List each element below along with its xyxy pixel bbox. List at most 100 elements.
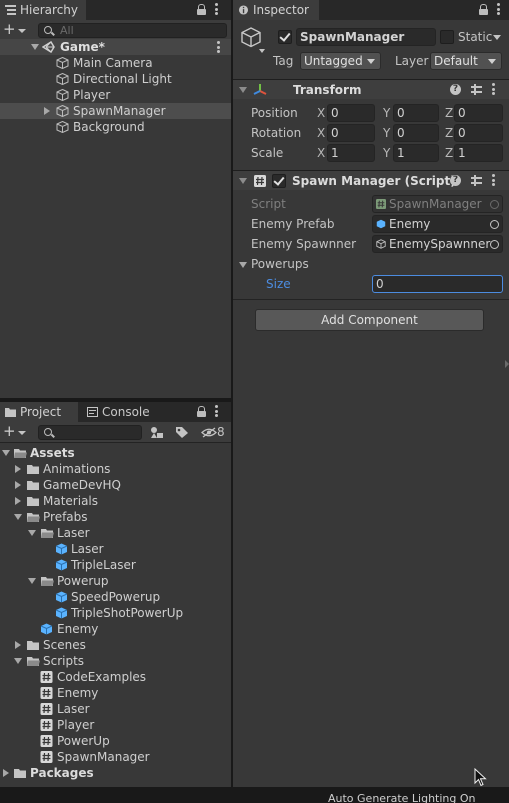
scene-row[interactable]: Game* [0,39,231,55]
gameobject-large-icon[interactable] [239,26,263,50]
tree-script[interactable]: CodeExamples [0,669,231,685]
tree-folder[interactable]: Prefabs [0,509,231,525]
create-asset-button[interactable]: + [2,424,28,440]
transform-header[interactable]: Transform ? [233,79,509,99]
fold-arrow-icon[interactable] [3,769,9,777]
active-checkbox[interactable] [278,30,292,44]
tab-project[interactable]: Project [0,402,78,422]
layer-dropdown[interactable]: Default [430,52,502,70]
static-chevron-down-icon[interactable] [493,35,501,40]
tree-script[interactable]: Enemy [0,685,231,701]
rotation-z-input[interactable]: 0 [454,124,503,142]
powerups-size-input[interactable]: 0 [372,275,503,293]
tree-prefab[interactable]: Laser [0,541,231,557]
fold-arrow-icon[interactable] [28,578,36,584]
fold-arrow-icon[interactable] [31,44,39,50]
tree-folder[interactable]: Materials [0,493,231,509]
presets-icon[interactable] [471,174,482,186]
scale-x-input[interactable]: 1 [327,144,375,162]
tree-folder[interactable]: Laser [0,525,231,541]
lock-icon[interactable] [197,405,206,417]
scale-y-input[interactable]: 1 [393,144,439,162]
fold-arrow-icon[interactable] [15,481,21,489]
presets-icon[interactable] [471,83,482,95]
object-picker-icon[interactable] [490,220,499,229]
console-icon [87,407,98,417]
tree-folder[interactable]: Powerup [0,573,231,589]
tree-script[interactable]: SpawnManager [0,749,231,765]
tree-prefab[interactable]: TripleShotPowerUp [0,605,231,621]
tree-folder[interactable]: Scenes [0,637,231,653]
hierarchy-item[interactable]: Background [0,119,231,135]
hierarchy-item[interactable]: Player [0,87,231,103]
hierarchy-item[interactable]: Directional Light [0,71,231,87]
hierarchy-search-input[interactable]: All [38,23,227,38]
tree-folder[interactable]: Scripts [0,653,231,669]
project-search-input[interactable] [38,425,142,440]
static-label: Static [458,30,493,44]
enemy-prefab-field[interactable]: Enemy [372,215,503,233]
panel-resize-handle-icon[interactable] [505,360,509,368]
fold-arrow-icon[interactable] [239,178,247,184]
create-button[interactable]: + [2,22,28,38]
tree-prefab[interactable]: TripleLaser [0,557,231,573]
tree-script[interactable]: Player [0,717,231,733]
fold-arrow-icon[interactable] [2,450,10,456]
lock-icon[interactable] [197,3,206,15]
tree-label: Animations [43,462,111,476]
position-z-input[interactable]: 0 [454,104,503,122]
fold-arrow-icon[interactable] [14,658,22,664]
filter-by-type-icon[interactable] [149,426,165,439]
object-name-input[interactable]: SpawnManager [296,28,436,46]
tree-folder-packages[interactable]: Packages [0,765,231,781]
hierarchy-item[interactable]: Main Camera [0,55,231,71]
spawn-manager-header[interactable]: Spawn Manager (Script) ? [233,170,509,190]
position-x-input[interactable]: 0 [327,104,375,122]
hidden-packages-icon[interactable] [201,427,217,438]
tab-console[interactable]: Console [82,402,162,422]
component-enabled-checkbox[interactable] [272,174,286,188]
object-picker-icon[interactable] [490,240,499,249]
tree-folder[interactable]: Animations [0,461,231,477]
kebab-menu-icon[interactable] [497,3,500,15]
tree-script[interactable]: PowerUp [0,733,231,749]
filter-by-label-icon[interactable] [175,426,189,439]
kebab-menu-icon[interactable] [215,3,218,15]
scene-menu-icon[interactable] [217,41,220,53]
icon-picker-chevron-icon[interactable] [259,49,265,53]
tree-prefab[interactable]: SpeedPowerup [0,589,231,605]
static-checkbox[interactable] [440,30,454,44]
tag-dropdown[interactable]: Untagged [300,52,381,70]
add-component-button[interactable]: Add Component [255,309,484,331]
position-z-value: 0 [458,106,466,120]
hierarchy-item-selected[interactable]: SpawnManager [0,103,231,119]
kebab-menu-icon[interactable] [215,405,218,417]
component-menu-icon[interactable] [492,174,495,186]
gameobject-icon [376,239,386,249]
tab-inspector-label: Inspector [253,3,309,17]
enemy-spawner-field[interactable]: EnemySpawnner [372,235,503,253]
tab-hierarchy[interactable]: Hierarchy [0,0,86,20]
tree-script[interactable]: Laser [0,701,231,717]
fold-arrow-icon[interactable] [239,87,247,93]
help-icon[interactable]: ? [450,83,461,95]
fold-arrow-icon[interactable] [15,497,21,505]
tree-folder[interactable]: GameDevHQ [0,477,231,493]
tree-prefab[interactable]: Enemy [0,621,231,637]
scale-z-input[interactable]: 1 [454,144,503,162]
csharp-script-icon [40,671,53,683]
component-menu-icon[interactable] [492,83,495,95]
fold-arrow-icon[interactable] [28,530,36,536]
fold-arrow-icon[interactable] [15,641,21,649]
position-y-input[interactable]: 0 [393,104,439,122]
powerups-fold-arrow-icon[interactable] [239,262,247,268]
rotation-y-input[interactable]: 0 [393,124,439,142]
lock-icon[interactable] [479,3,488,15]
rotation-x-input[interactable]: 0 [327,124,375,142]
help-icon[interactable]: ? [450,174,461,186]
tab-inspector[interactable]: Inspector [233,0,319,20]
tree-folder-assets[interactable]: Assets [0,445,231,461]
fold-arrow-icon[interactable] [15,465,21,473]
fold-arrow-icon[interactable] [44,107,50,115]
fold-arrow-icon[interactable] [14,514,22,520]
